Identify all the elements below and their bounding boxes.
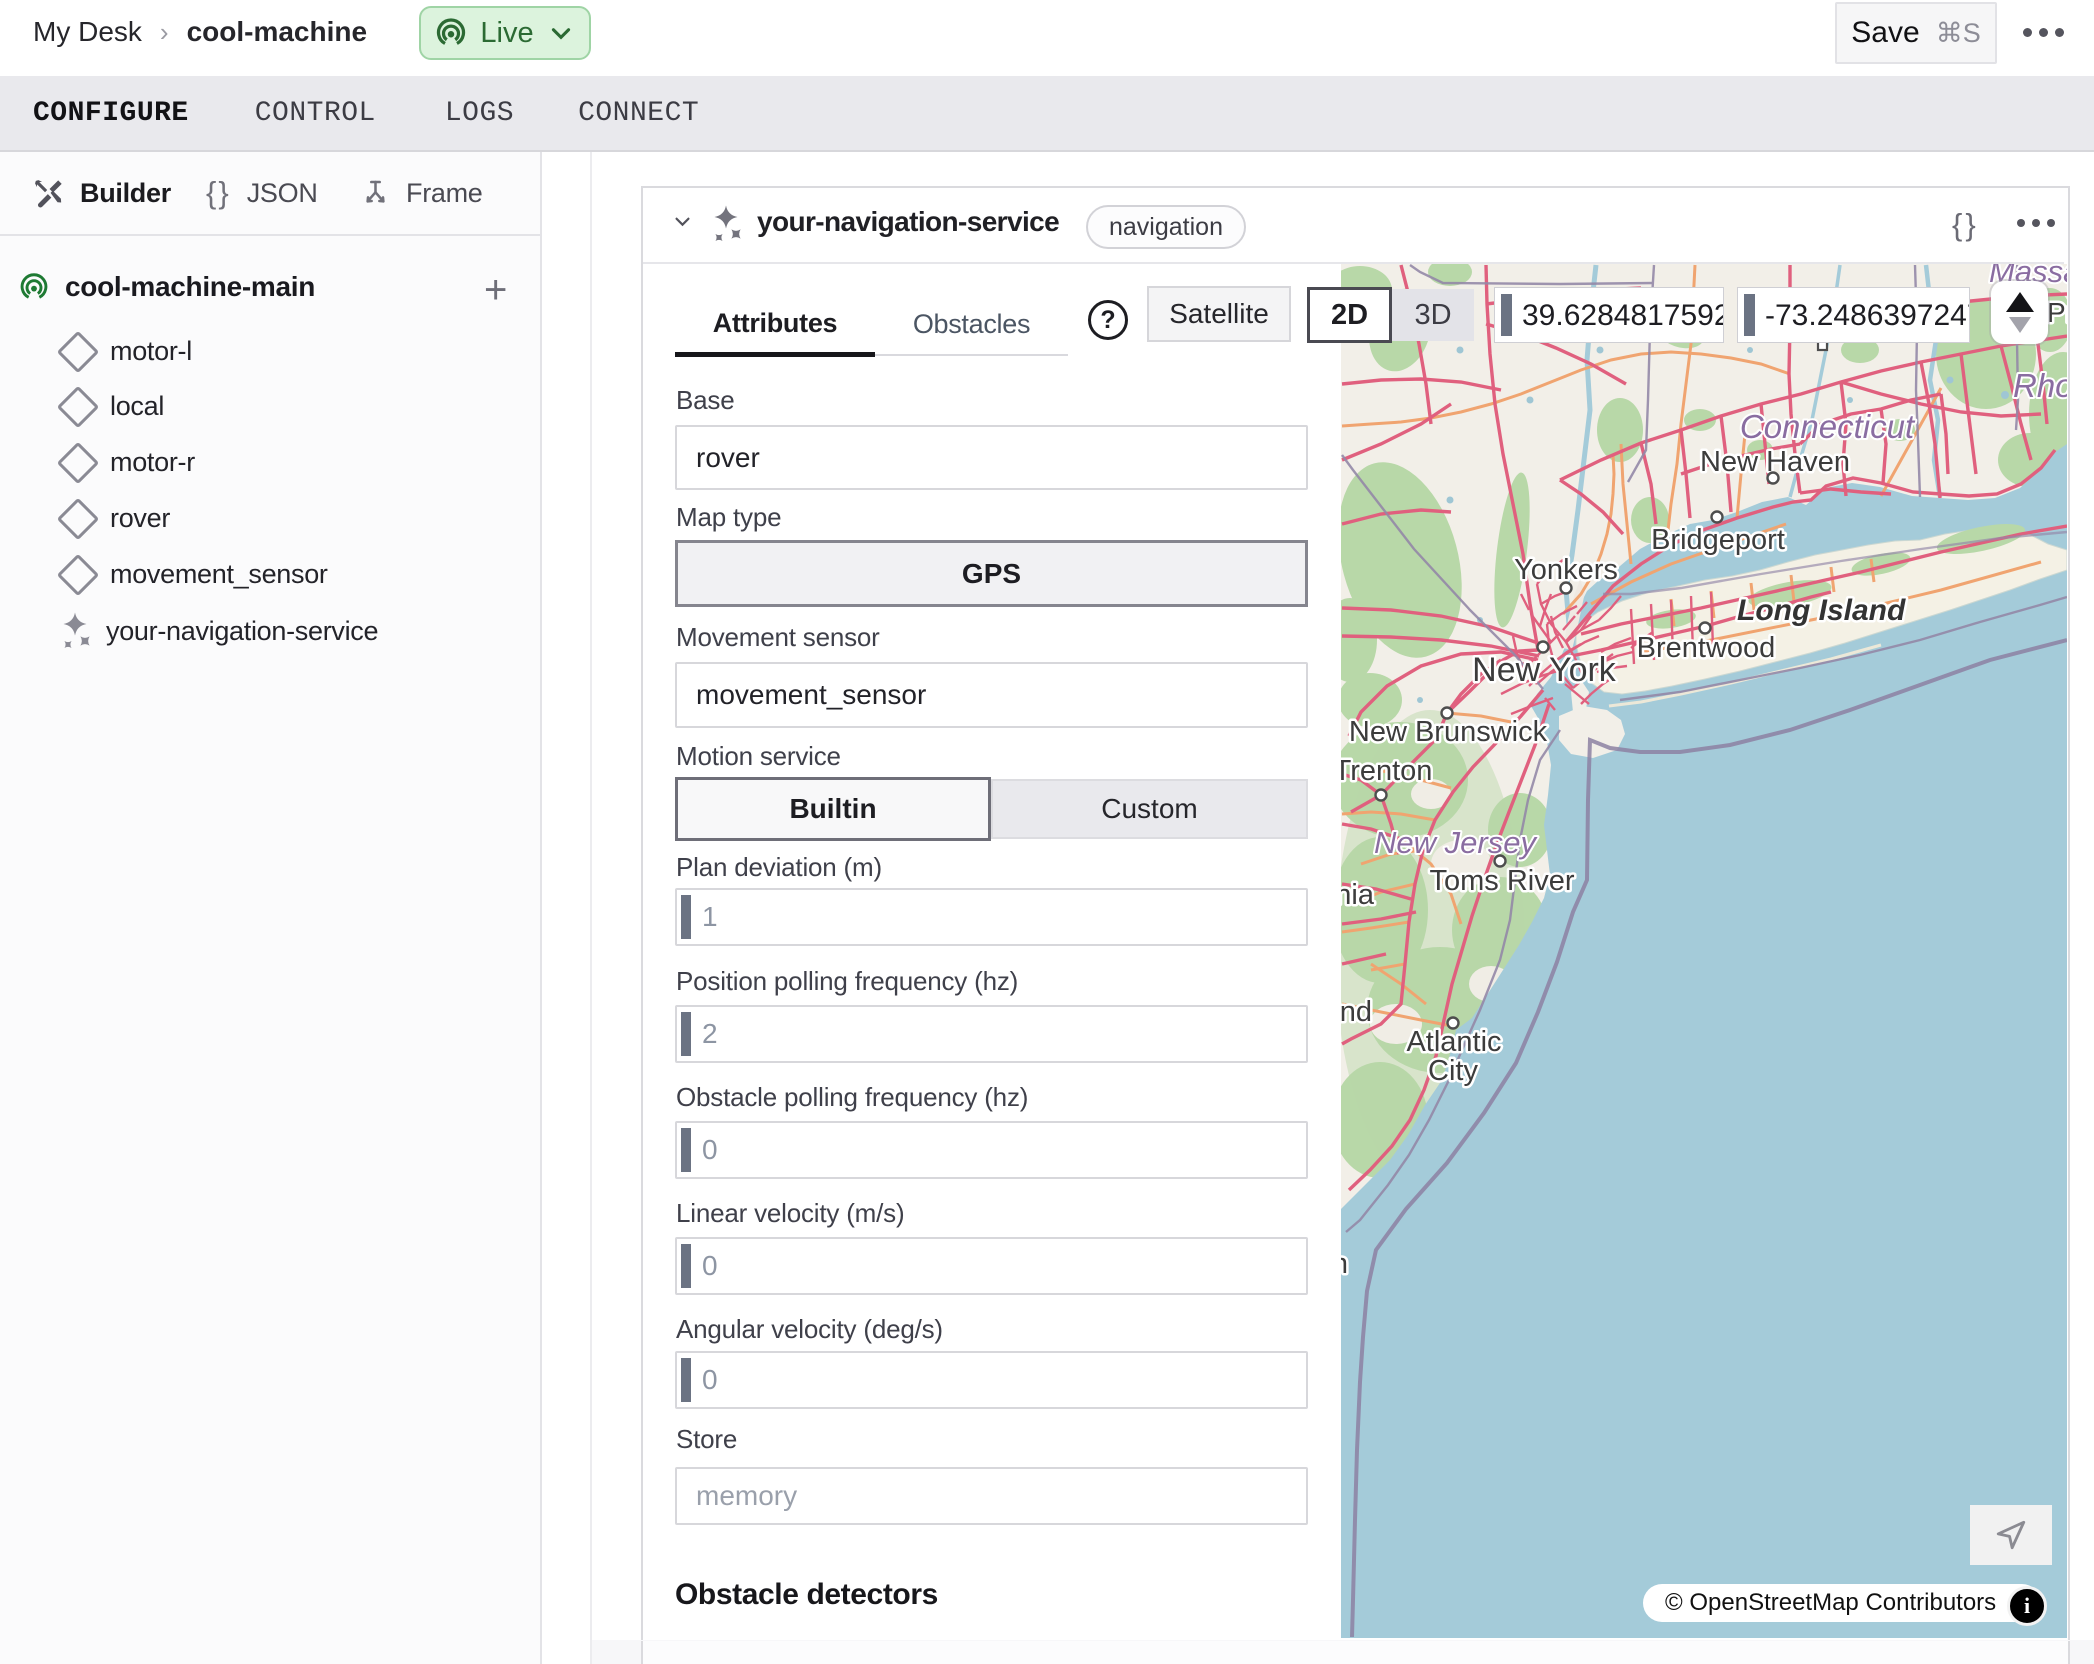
svg-text:Trenton: Trenton [1341,755,1432,787]
svg-text:Yonkers: Yonkers [1514,554,1618,586]
svg-text:New Brunswick: New Brunswick [1349,716,1548,748]
svg-text:Pennsylvania: Pennsylvania [1341,879,1375,911]
svg-text:Toms River: Toms River [1429,865,1574,897]
svg-text:Atlantic: Atlantic [1406,1026,1501,1058]
svg-text:Long Island: Long Island [1737,594,1906,627]
svg-text:Vineland: Vineland [1341,996,1372,1028]
svg-text:Hamilton: Hamilton [1341,1248,1348,1280]
svg-text:Rhode Isl: Rhode Isl [2013,367,2067,404]
svg-text:Brentwood: Brentwood [1637,632,1776,664]
svg-text:New York: New York [1472,651,1617,689]
svg-text:New Jersey: New Jersey [1374,825,1538,860]
svg-text:Providence: Providence [2047,297,2067,328]
svg-text:Bridgeport: Bridgeport [1651,524,1785,556]
svg-text:City: City [1428,1055,1478,1087]
svg-text:Connecticut: Connecticut [1740,408,1916,445]
